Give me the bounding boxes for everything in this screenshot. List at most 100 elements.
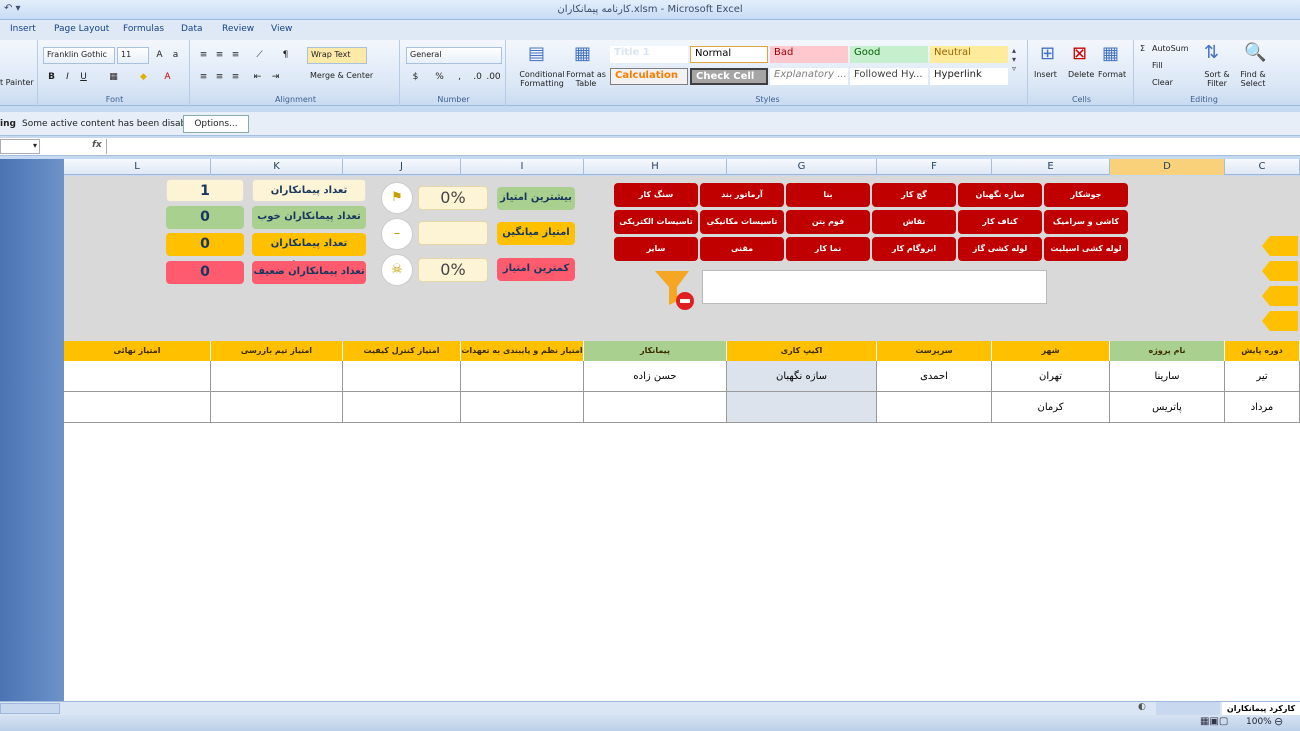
delete-cells-icon[interactable]: ⊠ — [1072, 43, 1087, 64]
style-normal[interactable]: Normal — [690, 46, 768, 63]
find-select-icon[interactable]: 🔍 — [1244, 42, 1266, 63]
align-left-icon[interactable]: ≡ — [196, 70, 211, 85]
tab-formulas[interactable]: Formulas — [123, 24, 164, 34]
formula-input[interactable] — [106, 139, 1300, 154]
count-label-total[interactable]: تعداد پیمانکاران — [252, 179, 366, 202]
font-name-select[interactable]: Franklin Gothic — [43, 47, 115, 64]
cell-supervisor[interactable]: احمدی — [877, 361, 992, 392]
column-header-F[interactable]: F — [877, 159, 992, 175]
category-button[interactable]: کاشی و سرامیک — [1044, 210, 1128, 234]
format-as-table-button[interactable]: Format as Table — [564, 70, 608, 88]
cell-project-name[interactable]: سارینا — [1110, 361, 1225, 392]
styles-scroll-icon[interactable]: ▴ ▾ ▿ — [1012, 46, 1016, 73]
italic-icon[interactable]: I — [60, 70, 75, 85]
style-title-1[interactable]: Title 1 — [610, 46, 688, 63]
column-header-E[interactable]: E — [992, 159, 1110, 175]
clear-button[interactable]: Clear — [1152, 78, 1173, 87]
category-button[interactable]: سازه نگهبان — [958, 183, 1042, 207]
fill-color-icon[interactable]: ◆ — [136, 70, 151, 85]
header-contractor[interactable]: پیمانکار — [584, 341, 727, 361]
cell-quality-score[interactable] — [343, 392, 461, 423]
category-button[interactable]: نما کار — [786, 237, 870, 261]
column-header-J[interactable]: J — [343, 159, 461, 175]
shrink-font-icon[interactable]: a — [168, 48, 183, 63]
increase-decimal-icon[interactable]: .0 — [470, 70, 485, 85]
format-cells-icon[interactable]: ▦ — [1102, 43, 1119, 64]
avg-score-label[interactable]: امتیاز میانگین — [497, 222, 575, 245]
align-center-icon[interactable]: ≡ — [212, 70, 227, 85]
min-score-label[interactable]: کمترین امتیاز — [497, 258, 575, 281]
insert-cells-button[interactable]: Insert — [1034, 70, 1057, 79]
category-button[interactable]: لوله کشی اسپلیت — [1044, 237, 1128, 261]
cell-period[interactable]: تیر — [1225, 361, 1300, 392]
style-hyperlink[interactable]: Hyperlink — [930, 68, 1008, 85]
cell-period[interactable]: مرداد — [1225, 392, 1300, 423]
cell-city[interactable]: تهران — [992, 361, 1110, 392]
category-button[interactable]: تاسیسات الکتریکی — [614, 210, 698, 234]
number-format-select[interactable]: General — [406, 47, 502, 64]
underline-icon[interactable]: U — [76, 70, 91, 85]
currency-icon[interactable]: $ — [408, 70, 423, 85]
column-header-D[interactable]: D — [1110, 159, 1225, 175]
max-score-label[interactable]: بیشترین امتیاز — [497, 187, 575, 210]
count-label-weak[interactable]: تعداد پیمانکاران ضعیف — [252, 261, 366, 284]
rtl-icon[interactable]: ¶ — [278, 48, 293, 63]
fill-button[interactable]: Fill — [1152, 61, 1163, 70]
increase-indent-icon[interactable]: ⇥ — [268, 70, 283, 85]
style-bad[interactable]: Bad — [770, 46, 848, 63]
format-table-icon[interactable]: ▦ — [574, 43, 591, 64]
border-icon[interactable]: ▦ — [106, 70, 121, 85]
cell-commitment-score[interactable] — [461, 392, 584, 423]
nav-arrow-icon[interactable] — [1262, 311, 1298, 331]
tab-data[interactable]: Data — [181, 24, 203, 34]
category-button[interactable]: کناف کار — [958, 210, 1042, 234]
decrease-indent-icon[interactable]: ⇤ — [250, 70, 265, 85]
tab-insert[interactable]: Insert — [10, 24, 36, 34]
style-neutral[interactable]: Neutral — [930, 46, 1008, 63]
category-button[interactable]: مقنی — [700, 237, 784, 261]
clear-filter-icon[interactable] — [655, 269, 695, 311]
comma-button[interactable]: , — [452, 70, 467, 85]
decrease-decimal-icon[interactable]: .00 — [486, 70, 501, 85]
cell-contractor[interactable] — [584, 392, 727, 423]
format-painter-button[interactable]: t Painter — [0, 78, 34, 87]
nav-arrow-icon[interactable] — [1262, 261, 1298, 281]
grow-font-icon[interactable]: A — [152, 48, 167, 63]
cell-commitment-score[interactable] — [461, 361, 584, 392]
header-commitment-score[interactable]: امتیاز نظم و پایبندی به تعهدات — [461, 341, 584, 361]
cell-team[interactable] — [727, 392, 877, 423]
category-button[interactable]: جوشکار — [1044, 183, 1128, 207]
cell-final-score[interactable] — [64, 361, 211, 392]
search-input[interactable] — [702, 270, 1047, 304]
column-header-H[interactable]: H — [584, 159, 727, 175]
conditional-formatting-icon[interactable]: ▤ — [528, 43, 545, 64]
wrap-text-button[interactable]: Wrap Text — [307, 47, 367, 64]
sheet-tab-inactive[interactable] — [1156, 702, 1220, 715]
style-check-cell[interactable]: Check Cell — [690, 68, 768, 85]
column-header-G[interactable]: G — [727, 159, 877, 175]
cell-team[interactable]: سازه نگهبان — [727, 361, 877, 392]
category-button[interactable]: تاسیسات مکانیکی — [700, 210, 784, 234]
autosum-button[interactable]: AutoSum — [1152, 44, 1189, 53]
find-select-button[interactable]: Find & Select — [1236, 70, 1270, 88]
orientation-icon[interactable]: ⟋ — [252, 48, 267, 63]
tab-view[interactable]: View — [271, 24, 292, 34]
header-inspection-score[interactable]: امتیاز تیم بازرسی — [211, 341, 343, 361]
zoom-out-icon[interactable]: ⊖ — [1274, 715, 1283, 728]
delete-cells-button[interactable]: Delete — [1068, 70, 1094, 79]
nav-arrow-icon[interactable] — [1262, 236, 1298, 256]
fx-icon[interactable]: fx — [92, 140, 102, 150]
style-calculation[interactable]: Calculation — [610, 68, 688, 85]
name-box[interactable]: ▾ — [0, 139, 40, 154]
category-button[interactable]: آرماتور بند — [700, 183, 784, 207]
tab-review[interactable]: Review — [222, 24, 254, 34]
header-team[interactable]: اکیپ کاری — [727, 341, 877, 361]
category-button[interactable]: بنا — [786, 183, 870, 207]
zoom-level[interactable]: 100% — [1246, 717, 1272, 727]
cell-project-name[interactable]: پاتریس — [1110, 392, 1225, 423]
percent-button[interactable]: % — [432, 70, 447, 85]
cell-inspection-score[interactable] — [211, 361, 343, 392]
view-buttons-icon[interactable]: ▦▣▢ — [1200, 716, 1228, 727]
category-button[interactable]: سایر — [614, 237, 698, 261]
nav-arrow-icon[interactable] — [1262, 286, 1298, 306]
